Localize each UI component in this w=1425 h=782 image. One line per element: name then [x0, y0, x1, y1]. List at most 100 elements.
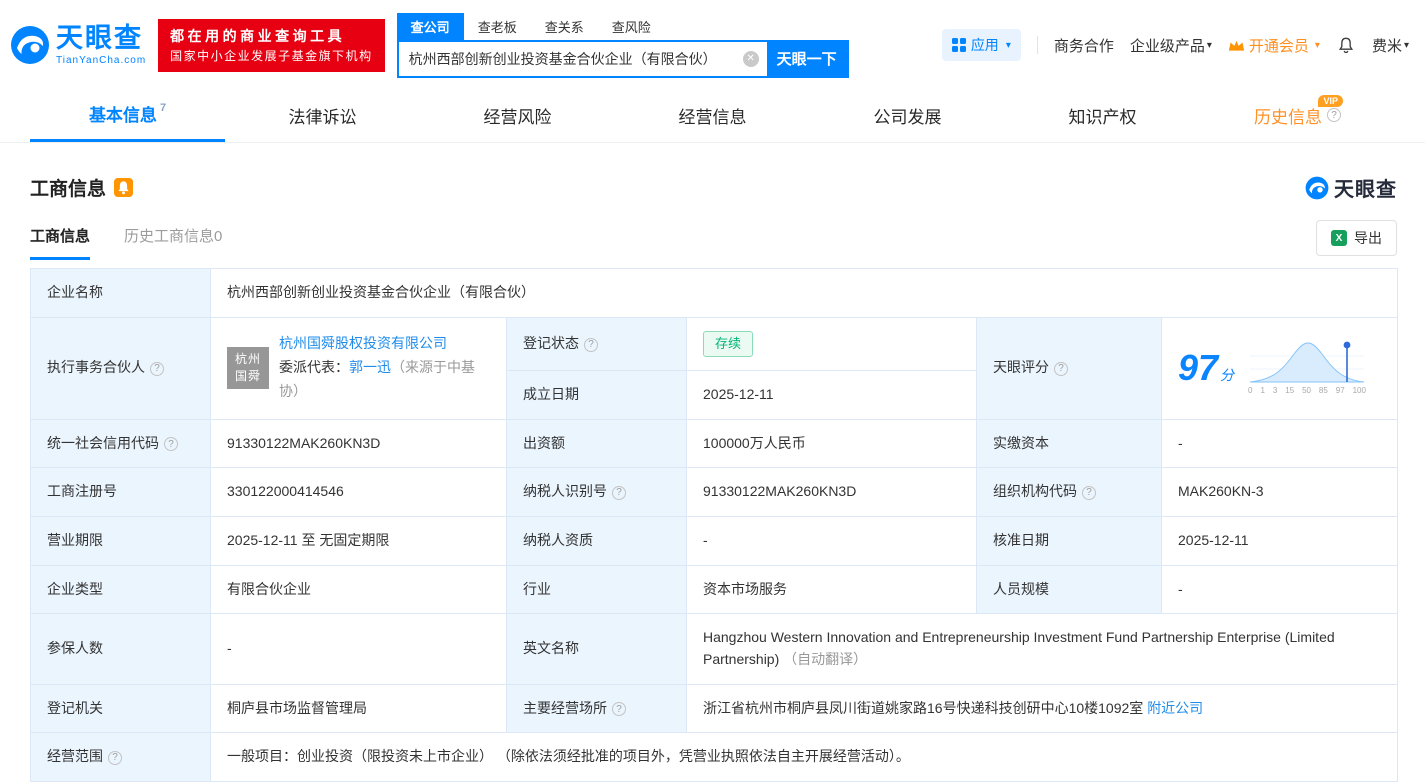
search-tab-relation[interactable]: 查关系	[531, 13, 598, 40]
delegate-prefix: 委派代表：	[279, 359, 349, 376]
chevron-down-icon: ▾	[1314, 39, 1320, 51]
export-label: 导出	[1354, 230, 1382, 246]
status-label: 登记状态	[523, 334, 579, 351]
partner-company-logo: 杭州国舜	[227, 347, 269, 390]
apps-menu[interactable]: 应用 ▾	[941, 29, 1021, 61]
subtab-history-business-info[interactable]: 历史工商信息0	[124, 225, 222, 260]
chevron-down-icon: ▾	[1005, 39, 1011, 51]
search-tab-company[interactable]: 查公司	[396, 12, 464, 40]
export-button[interactable]: X 导出	[1316, 220, 1397, 256]
score-label-cell: 天眼评分?	[976, 316, 1162, 420]
apps-grid-icon	[951, 38, 966, 52]
tab-basic-info-count: 7	[159, 101, 167, 114]
username: 费米	[1371, 37, 1402, 55]
paid-capital-label-cell: 实缴资本	[976, 418, 1162, 469]
search-tabs: 查公司 查老板 查关系 查风险	[396, 12, 849, 40]
search-block: 查公司 查老板 查关系 查风险 ✕ 天眼一下	[396, 12, 849, 78]
staff-size-label-cell: 人员规模	[976, 564, 1162, 615]
established-label-cell: 成立日期	[506, 369, 687, 420]
chevron-down-icon: ▾	[1206, 39, 1212, 51]
delegate-name-link[interactable]: 郭一迅	[349, 359, 391, 375]
help-icon[interactable]: ?	[584, 337, 598, 352]
subtab-business-info[interactable]: 工商信息	[30, 225, 91, 260]
company-type-label-cell: 企业类型	[30, 564, 211, 615]
business-scope-label-cell: 经营范围?	[30, 732, 211, 782]
insured-count-label-cell: 参保人数	[30, 613, 211, 685]
credit-code-label-cell: 统一社会信用代码?	[30, 418, 211, 469]
tab-intellectual-property[interactable]: 知识产权	[1005, 88, 1200, 142]
promo-line1: 都在用的商业查询工具	[170, 27, 346, 44]
business-scope-cell: 一般项目：创业投资（限投资未上市企业） （除依法须经批准的项目外，凭营业执照依法…	[210, 732, 1398, 782]
open-membership-link[interactable]: 开通会员 ▾	[1228, 35, 1320, 56]
status-badge: 存续	[703, 330, 754, 357]
business-info-table: 企业名称 杭州西部创新创业投资基金合伙企业（有限合伙） 执行事务合伙人? 杭州国…	[30, 268, 1398, 782]
help-icon[interactable]: ?	[150, 362, 164, 376]
tab-company-development[interactable]: 公司发展	[810, 88, 1005, 142]
contribution-label-cell: 出资额	[506, 418, 687, 469]
section-title-wrap: 工商信息	[30, 174, 134, 201]
tab-legal-label: 法律诉讼	[288, 107, 357, 127]
tianyancha-logo[interactable]: 天眼查 TianYanCha.com	[10, 24, 146, 66]
table-row: 工商注册号 330122000414546 纳税人识别号? 91330122MA…	[30, 467, 1398, 517]
subscribe-bell-icon[interactable]	[114, 178, 134, 197]
approval-date-cell: 2025-12-11	[1161, 515, 1398, 566]
tab-operating-risk[interactable]: 经营风险	[420, 88, 615, 142]
watermark-text: 天眼查	[1334, 179, 1397, 201]
clear-search-icon[interactable]: ✕	[742, 50, 759, 67]
contribution-cell: 100000万人民币	[686, 418, 977, 469]
table-row: 企业类型 有限合伙企业 行业 资本市场服务 人员规模 -	[30, 564, 1398, 615]
tab-history-info[interactable]: VIP 历史信息 ?	[1200, 88, 1395, 142]
industry-cell: 资本市场服务	[686, 564, 977, 615]
watermark-logo-icon	[1305, 176, 1329, 199]
notifications-bell-icon[interactable]	[1336, 35, 1356, 55]
subtab-row: 工商信息 历史工商信息0 X 导出	[0, 220, 1425, 264]
search-button[interactable]: 天眼一下	[766, 41, 847, 76]
tab-ip-label: 知识产权	[1068, 107, 1137, 127]
help-icon[interactable]: ?	[1327, 108, 1341, 122]
org-code-cell: MAK260KN-3	[1161, 467, 1398, 517]
established-label: 成立日期	[523, 385, 579, 402]
business-cooperation-label: 商务合作	[1053, 37, 1114, 55]
enterprise-product-menu[interactable]: 企业级产品 ▾	[1130, 35, 1212, 56]
tab-development-label: 公司发展	[873, 107, 942, 127]
help-icon[interactable]: ?	[1054, 362, 1068, 376]
excel-icon: X	[1331, 230, 1347, 246]
tab-operating-info[interactable]: 经营信息	[615, 88, 810, 142]
status-label-cell: 登记状态?	[506, 316, 687, 371]
nearby-companies-link[interactable]: 附近公司	[1147, 700, 1203, 716]
tab-risk-label: 经营风险	[483, 107, 552, 127]
registry-authority-cell: 桐庐县市场监督管理局	[210, 683, 507, 734]
table-row: 统一社会信用代码? 91330122MAK260KN3D 出资额 100000万…	[30, 418, 1398, 469]
tab-legal-proceedings[interactable]: 法律诉讼	[225, 88, 420, 142]
search-bar: ✕ 天眼一下	[396, 39, 849, 78]
insured-count-cell: -	[210, 613, 507, 685]
search-tab-risk[interactable]: 查风险	[598, 13, 665, 40]
chevron-down-icon: ▾	[1403, 39, 1409, 51]
company-name-cell: 杭州西部创新创业投资基金合伙企业（有限合伙）	[210, 268, 1398, 318]
approval-date-label-cell: 核准日期	[976, 515, 1162, 566]
help-icon[interactable]: ?	[612, 485, 626, 500]
logo-text: 天眼查 TianYanCha.com	[56, 24, 146, 66]
credit-code-cell: 91330122MAK260KN3D	[210, 418, 507, 469]
help-icon[interactable]: ?	[612, 702, 626, 717]
header-right-menu: 应用 ▾ 商务合作 企业级产品 ▾ 开通会员 ▾ 费米 ▾	[941, 29, 1409, 61]
score-distribution-chart: 0 1 3 15 50 85 97 100	[1248, 338, 1366, 397]
table-row: 参保人数 - 英文名称 Hangzhou Western Innovation …	[30, 613, 1398, 685]
business-cooperation-link[interactable]: 商务合作	[1054, 35, 1114, 56]
help-icon[interactable]: ?	[1082, 485, 1096, 500]
delegate-line: 委派代表：郭一迅（来源于中基协）	[279, 356, 490, 404]
apps-menu-label: 应用	[970, 37, 999, 53]
user-menu[interactable]: 费米 ▾	[1372, 35, 1409, 56]
industry-label-cell: 行业	[506, 564, 687, 615]
help-icon[interactable]: ?	[164, 437, 178, 452]
reg-number-label-cell: 工商注册号	[30, 467, 211, 517]
partner-company-link[interactable]: 杭州国舜股权投资有限公司	[279, 335, 447, 351]
search-input[interactable]	[408, 50, 743, 67]
registry-authority-label-cell: 登记机关	[30, 683, 211, 734]
search-tab-boss[interactable]: 查老板	[464, 13, 531, 40]
help-icon[interactable]: ?	[108, 751, 122, 766]
score-curve-icon	[1250, 342, 1365, 383]
promo-line2: 国家中小企业发展子基金旗下机构	[170, 48, 373, 63]
tab-basic-info[interactable]: 基本信息 7	[30, 88, 225, 142]
company-type-cell: 有限合伙企业	[210, 564, 507, 615]
